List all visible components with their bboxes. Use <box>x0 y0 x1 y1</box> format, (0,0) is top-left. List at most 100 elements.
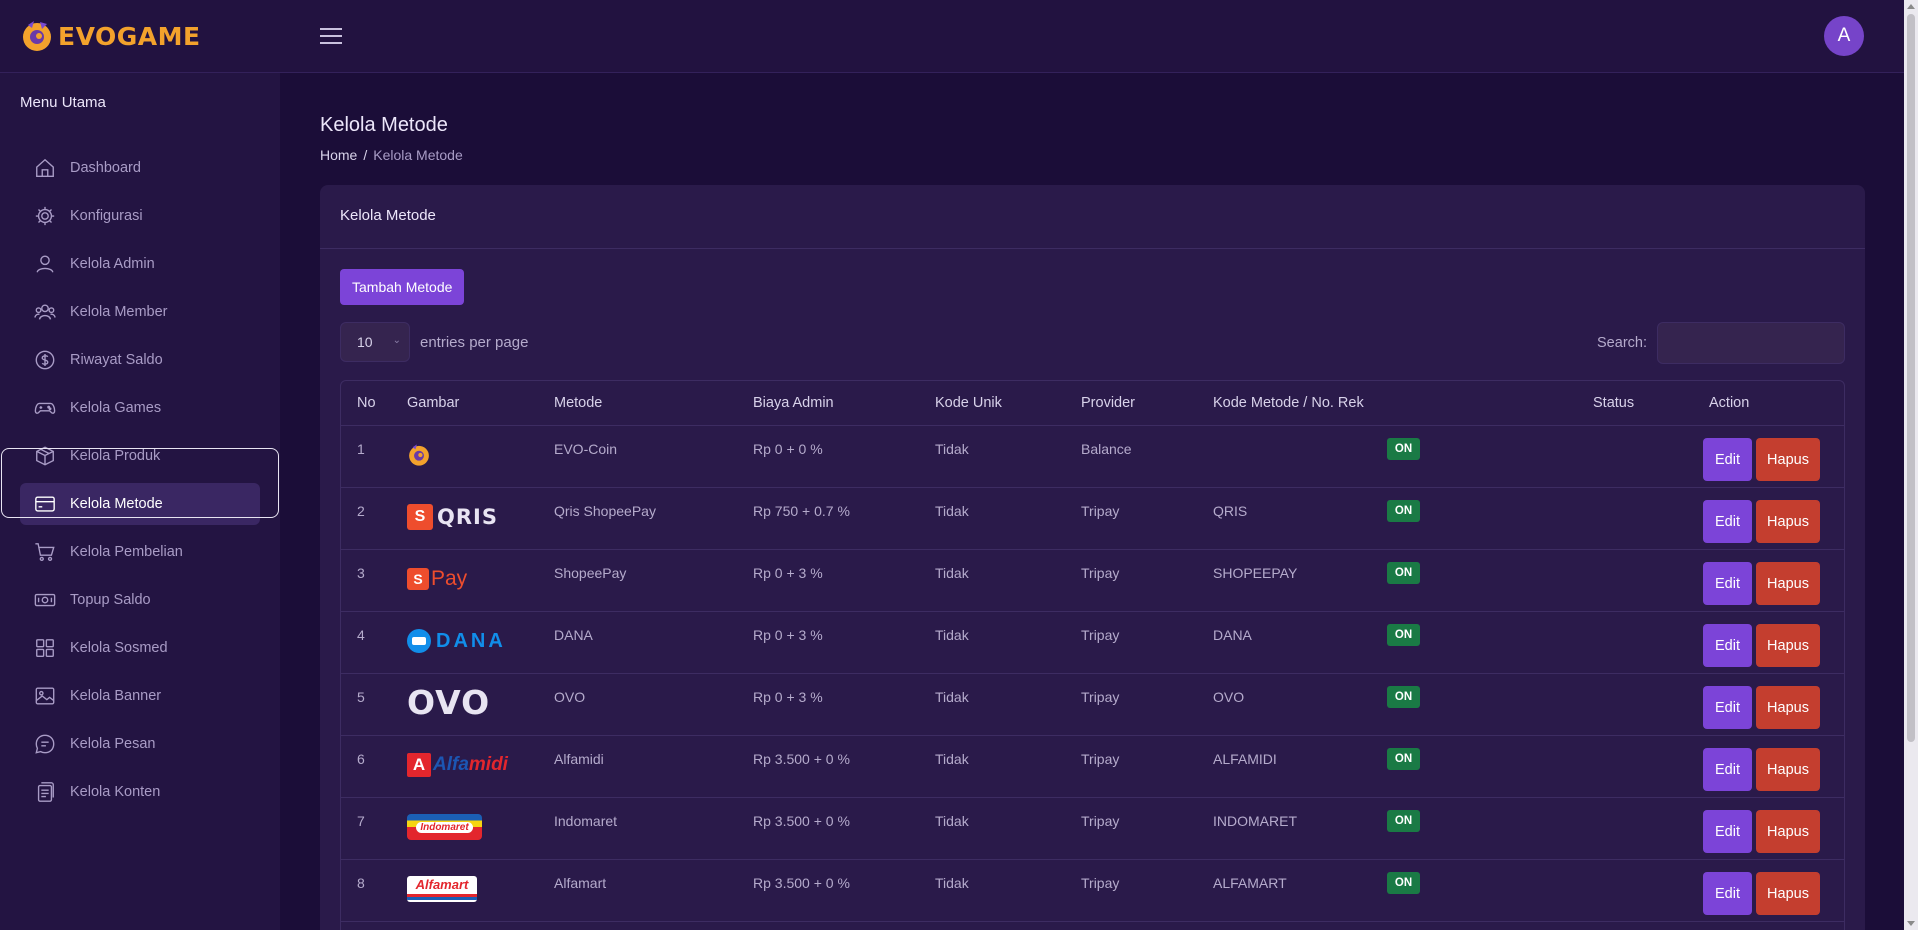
delete-button[interactable]: Hapus <box>1756 686 1820 729</box>
cell-kode-metode: DANA <box>1213 627 1252 643</box>
status-badge: ON <box>1387 624 1420 646</box>
delete-button[interactable]: Hapus <box>1756 624 1820 667</box>
sidebar-item-kelola-sosmed[interactable]: Kelola Sosmed <box>20 627 260 669</box>
scrollbar-thumb[interactable] <box>1907 14 1915 742</box>
scroll-up-icon[interactable] <box>1907 4 1915 9</box>
delete-button[interactable]: Hapus <box>1756 562 1820 605</box>
shopeepay-logo-icon: S Pay <box>407 564 467 594</box>
sidebar-item-label: Riwayat Saldo <box>70 352 163 368</box>
cell-biaya-admin: Rp 3.500 + 0 % <box>753 751 850 767</box>
sidebar-item-label: Kelola Konten <box>70 784 161 800</box>
brand[interactable]: EVOGAME <box>20 18 201 54</box>
scroll-down-icon[interactable] <box>1907 921 1915 926</box>
cell-metode: Alfamidi <box>554 751 604 767</box>
edit-button[interactable]: Edit <box>1703 438 1752 481</box>
cell-biaya-admin: Rp 0 + 3 % <box>753 565 823 581</box>
header-kode-unik[interactable]: Kode Unik <box>935 395 1002 411</box>
sidebar-item-kelola-pembelian[interactable]: Kelola Pembelian <box>20 531 260 573</box>
sidebar-item-label: Kelola Pesan <box>70 736 156 752</box>
cell-no: 1 <box>357 441 365 457</box>
page-scrollbar[interactable] <box>1904 0 1918 930</box>
sidebar-item-kelola-member[interactable]: Kelola Member <box>20 291 260 333</box>
dana-text: DANA <box>436 629 506 652</box>
edit-button[interactable]: Edit <box>1703 872 1752 915</box>
pay-text: Pay <box>431 567 468 590</box>
sidebar-item-kelola-banner[interactable]: Kelola Banner <box>20 675 260 717</box>
sidebar-item-riwayat-saldo[interactable]: Riwayat Saldo <box>20 339 260 381</box>
header-kode-metode[interactable]: Kode Metode / No. Rek <box>1213 395 1364 411</box>
cell-provider: Tripay <box>1081 689 1120 705</box>
edit-button[interactable]: Edit <box>1703 686 1752 729</box>
cell-metode: OVO <box>554 689 586 705</box>
add-method-button[interactable]: Tambah Metode <box>340 269 465 305</box>
money-icon <box>34 593 56 607</box>
cell-provider: Balance <box>1081 441 1132 457</box>
sidebar-item-label: Konfigurasi <box>70 208 143 224</box>
cell-kode-metode: INDOMARET <box>1213 813 1297 829</box>
sidebar-item-label: Kelola Pembelian <box>70 544 183 560</box>
delete-button[interactable]: Hapus <box>1756 438 1820 481</box>
sidebar-item-kelola-admin[interactable]: Kelola Admin <box>20 243 260 285</box>
delete-button[interactable]: Hapus <box>1756 810 1820 853</box>
header-biaya-admin[interactable]: Biaya Admin <box>753 395 834 411</box>
edit-button[interactable]: Edit <box>1703 624 1752 667</box>
cell-kode-unik: Tidak <box>935 751 969 767</box>
header-metode[interactable]: Metode <box>554 395 602 411</box>
sidebar-item-label: Kelola Sosmed <box>70 640 168 656</box>
evogame-logo-icon <box>23 21 51 51</box>
cart-icon <box>35 543 55 562</box>
avatar[interactable]: A <box>1824 16 1864 56</box>
indomaret-text: Indomaret <box>416 821 473 833</box>
cell-metode: EVO-Coin <box>554 441 618 457</box>
breadcrumb-separator: / <box>363 147 368 163</box>
edit-button[interactable]: Edit <box>1703 748 1752 791</box>
table-row: 1 EVO-Coin Rp 0 + 0 % Tidak Balance ON E… <box>341 426 1844 488</box>
cell-kode-metode: ALFAMIDI <box>1213 751 1277 767</box>
hamburger-icon[interactable] <box>320 25 342 47</box>
header-status[interactable]: Status <box>1593 395 1634 411</box>
sidebar-item-kelola-games[interactable]: Kelola Games <box>20 387 260 429</box>
sidebar-item-kelola-konten[interactable]: Kelola Konten <box>20 771 260 813</box>
cell-kode-unik: Tidak <box>935 813 969 829</box>
sidebar-item-dashboard[interactable]: Dashboard <box>20 147 260 189</box>
edit-button[interactable]: Edit <box>1703 810 1752 853</box>
cell-kode-metode: ALFAMART <box>1213 875 1287 891</box>
table-row: 7 Indomaret Indomaret Rp 3.500 + 0 % Tid… <box>341 798 1844 860</box>
search-input[interactable] <box>1657 322 1845 364</box>
sidebar-item-label: Kelola Admin <box>70 256 155 272</box>
sidebar-item-kelola-pesan[interactable]: Kelola Pesan <box>20 723 260 765</box>
table-row: 4 DANA DANA Rp 0 + 3 % Tidak Tripay DANA… <box>341 612 1844 674</box>
sidebar-item-label: Kelola Produk <box>70 448 161 464</box>
dana-logo-icon: DANA <box>407 626 506 656</box>
edit-button[interactable]: Edit <box>1703 500 1752 543</box>
shopee-mark: S <box>407 504 433 530</box>
sidebar-item-kelola-produk[interactable]: Kelola Produk <box>20 435 260 477</box>
edit-button[interactable]: Edit <box>1703 562 1752 605</box>
cell-provider: Tripay <box>1081 875 1120 891</box>
sidebar-item-konfigurasi[interactable]: Konfigurasi <box>20 195 260 237</box>
sidebar: Menu Utama Dashboard Konfigurasi Kelola … <box>0 73 280 930</box>
status-badge: ON <box>1387 438 1420 460</box>
entries-per-page-select[interactable]: 10 ⌄ <box>340 322 410 362</box>
entries-value: 10 <box>357 334 373 350</box>
delete-button[interactable]: Hapus <box>1756 872 1820 915</box>
alfamart-text: Alfamart <box>415 877 469 892</box>
delete-button[interactable]: Hapus <box>1756 500 1820 543</box>
cell-metode: ShopeePay <box>554 565 627 581</box>
sidebar-item-topup-saldo[interactable]: Topup Saldo <box>20 579 260 621</box>
card-title: Kelola Metode <box>320 185 1865 249</box>
sidebar-item-label: Kelola Member <box>70 304 168 320</box>
header-provider[interactable]: Provider <box>1081 395 1135 411</box>
shopee-mark: S <box>407 568 429 590</box>
sidebar-item-label: Dashboard <box>70 160 141 176</box>
page-title: Kelola Metode <box>320 114 448 136</box>
header-gambar[interactable]: Gambar <box>407 395 459 411</box>
entries-control: 10 ⌄ entries per page <box>340 322 528 362</box>
sidebar-title: Menu Utama <box>20 94 106 111</box>
delete-button[interactable]: Hapus <box>1756 748 1820 791</box>
indomaret-logo-icon: Indomaret <box>407 812 482 842</box>
header-no[interactable]: No <box>357 395 376 411</box>
ovo-text: OVO <box>407 682 491 722</box>
sidebar-item-kelola-metode[interactable]: Kelola Metode <box>20 483 260 525</box>
breadcrumb-home-link[interactable]: Home <box>320 147 357 163</box>
